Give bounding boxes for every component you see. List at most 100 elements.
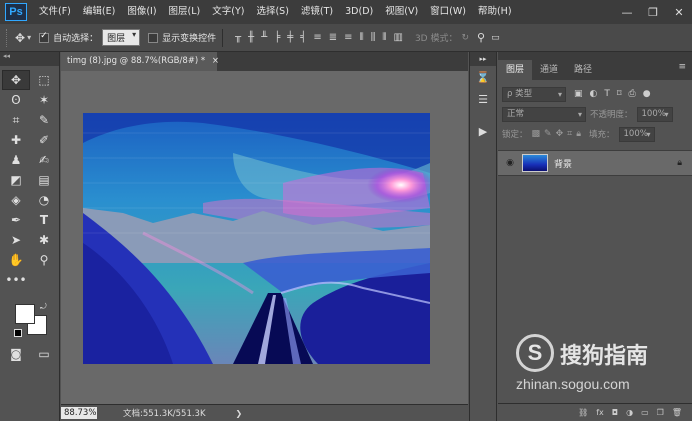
- new-layer-icon[interactable]: ❐: [657, 408, 664, 417]
- menu-file[interactable]: 文件(F): [33, 0, 77, 24]
- zoom-tool-icon[interactable]: ⚲: [30, 250, 58, 270]
- dodge-tool-icon[interactable]: ◔: [30, 190, 58, 210]
- tab-layers[interactable]: 图层: [498, 60, 533, 80]
- type-tool-icon[interactable]: T: [30, 210, 58, 230]
- zoom-level-field[interactable]: 88.73%: [61, 407, 97, 419]
- minimize-button[interactable]: —: [614, 6, 640, 19]
- menu-image[interactable]: 图像(I): [121, 0, 162, 24]
- move-tool-icon[interactable]: ✥: [2, 70, 30, 90]
- foreground-color-swatch[interactable]: [15, 304, 35, 324]
- filter-toggle-icon[interactable]: ●: [643, 89, 651, 99]
- menu-filter[interactable]: 滤镜(T): [295, 0, 339, 24]
- adjustment-layer-icon[interactable]: ◑: [626, 408, 633, 417]
- tab-paths[interactable]: 路径: [566, 60, 600, 80]
- align-bottom-icon[interactable]: ╨: [261, 32, 267, 43]
- align-hcenter-icon[interactable]: ╪: [287, 32, 293, 43]
- filter-type-icon[interactable]: T: [604, 89, 610, 99]
- filter-pixel-icon[interactable]: ▣: [574, 89, 583, 99]
- toolbox-header[interactable]: ◂◂: [0, 52, 59, 66]
- align-right-icon[interactable]: ╡: [300, 32, 306, 43]
- 3d-orbit-icon[interactable]: ↻: [461, 33, 469, 43]
- menu-view[interactable]: 视图(V): [379, 0, 424, 24]
- trash-icon[interactable]: 🗑︎: [672, 408, 682, 417]
- swap-colors-icon[interactable]: ⤾: [40, 302, 47, 312]
- lasso-tool-icon[interactable]: ʘ: [2, 90, 30, 110]
- distribute-vcenter-icon[interactable]: ≣: [329, 32, 337, 43]
- distribute-left-icon[interactable]: ⫴: [359, 32, 363, 43]
- lock-image-icon[interactable]: ✎: [544, 129, 552, 139]
- menu-select[interactable]: 选择(S): [250, 0, 294, 24]
- menu-3d[interactable]: 3D(D): [339, 0, 379, 24]
- align-top-icon[interactable]: ╥: [235, 32, 241, 43]
- document-image[interactable]: [83, 113, 430, 364]
- document-tab[interactable]: timg (8).jpg @ 88.7%(RGB/8#) * ×: [61, 52, 219, 71]
- auto-select-checkbox[interactable]: [39, 31, 50, 43]
- options-grip[interactable]: [6, 28, 9, 47]
- blend-mode-dropdown[interactable]: 正常: [502, 106, 586, 122]
- brush-tool-icon[interactable]: ✐: [30, 130, 58, 150]
- hand-tool-icon[interactable]: ✋: [2, 250, 30, 270]
- lock-position-icon[interactable]: ✥: [556, 129, 564, 139]
- filter-smart-object-icon[interactable]: ⎙: [629, 89, 636, 99]
- history-panel-icon[interactable]: ⌛: [470, 66, 496, 88]
- pen-tool-icon[interactable]: ✒: [2, 210, 30, 230]
- layer-filter-dropdown[interactable]: ρ 类型: [502, 86, 566, 102]
- status-menu-arrow-icon[interactable]: ❯: [236, 409, 243, 418]
- workspace-icon[interactable]: ▭: [491, 33, 500, 43]
- clone-stamp-tool-icon[interactable]: ♟: [2, 150, 30, 170]
- menu-window[interactable]: 窗口(W): [424, 0, 472, 24]
- show-transform-checkbox[interactable]: [148, 32, 159, 43]
- play-actions-icon[interactable]: ▶: [470, 120, 496, 142]
- path-selection-tool-icon[interactable]: ➤: [2, 230, 30, 250]
- menu-type[interactable]: 文字(Y): [206, 0, 250, 24]
- magic-wand-tool-icon[interactable]: ✶: [30, 90, 58, 110]
- filter-adjustment-icon[interactable]: ◐: [590, 89, 598, 99]
- filter-shape-icon[interactable]: ⌑: [617, 89, 622, 99]
- lock-all-icon[interactable]: 🔒︎: [576, 129, 581, 139]
- menu-edit[interactable]: 编辑(E): [77, 0, 121, 24]
- opacity-field[interactable]: 100%: [636, 106, 673, 122]
- eye-icon[interactable]: ◉: [498, 158, 522, 168]
- fill-field[interactable]: 100%: [618, 126, 655, 142]
- add-mask-icon[interactable]: ◘: [612, 408, 618, 417]
- search-icon[interactable]: ⚲: [477, 31, 485, 44]
- link-layers-icon[interactable]: ⛓: [578, 408, 588, 417]
- new-group-icon[interactable]: ▭: [641, 408, 649, 417]
- quick-mask-icon[interactable]: ◙: [2, 344, 30, 364]
- distribute-bottom-icon[interactable]: ≡: [344, 32, 352, 43]
- menu-help[interactable]: 帮助(H): [472, 0, 518, 24]
- close-tab-icon[interactable]: ×: [212, 56, 219, 66]
- history-brush-tool-icon[interactable]: ✍: [30, 150, 58, 170]
- lock-icon[interactable]: 🔒︎: [677, 158, 682, 168]
- distribute-right-icon[interactable]: ⫴: [382, 32, 386, 43]
- custom-shape-tool-icon[interactable]: ✱: [30, 230, 58, 250]
- canvas-area[interactable]: [61, 71, 468, 404]
- healing-brush-tool-icon[interactable]: ✚: [2, 130, 30, 150]
- layer-style-icon[interactable]: fx: [596, 408, 604, 417]
- marquee-tool-icon[interactable]: ⬚: [30, 70, 58, 90]
- screen-mode-icon[interactable]: ▭: [30, 344, 58, 364]
- auto-align-icon[interactable]: ▥: [394, 32, 403, 43]
- panel-menu-icon[interactable]: ≡: [678, 62, 686, 72]
- align-vcenter-icon[interactable]: ╫: [248, 32, 254, 43]
- more-tools-icon[interactable]: •••: [2, 270, 30, 290]
- distribute-hcenter-icon[interactable]: ⫼: [371, 32, 376, 43]
- layer-row[interactable]: ◉ 背景 🔒︎: [498, 150, 692, 176]
- lock-artboard-icon[interactable]: ⌗: [567, 129, 572, 139]
- blur-tool-icon[interactable]: ◈: [2, 190, 30, 210]
- align-left-icon[interactable]: ╞: [274, 32, 280, 43]
- crop-tool-icon[interactable]: ⌗: [2, 110, 30, 130]
- chevron-down-icon[interactable]: ▾: [27, 33, 31, 42]
- gradient-tool-icon[interactable]: ▤: [30, 170, 58, 190]
- eyedropper-tool-icon[interactable]: ✎: [30, 110, 58, 130]
- eraser-tool-icon[interactable]: ◩: [2, 170, 30, 190]
- close-button[interactable]: ✕: [666, 6, 692, 19]
- default-colors-icon[interactable]: [14, 329, 22, 337]
- distribute-top-icon[interactable]: ≡: [313, 32, 321, 43]
- auto-select-target-dropdown[interactable]: 图层: [102, 29, 141, 46]
- properties-panel-icon[interactable]: ☰: [470, 88, 496, 110]
- restore-button[interactable]: ❐: [640, 6, 666, 19]
- collapse-dock-icon[interactable]: ▸▸: [470, 52, 496, 66]
- tab-channels[interactable]: 通道: [532, 60, 566, 80]
- move-tool-preset-icon[interactable]: ✥: [15, 31, 25, 45]
